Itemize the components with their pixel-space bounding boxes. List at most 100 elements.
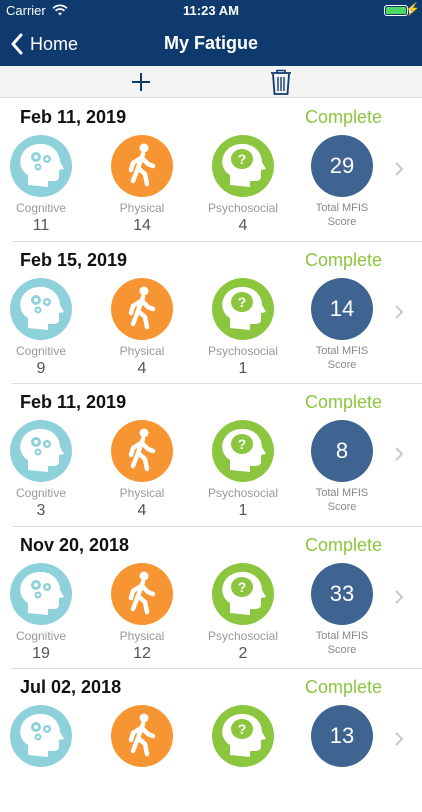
physical-label: Physical — [119, 486, 165, 500]
svg-text:?: ? — [238, 151, 247, 167]
physical-label: Physical — [119, 201, 165, 215]
head-question-icon: ? — [222, 571, 266, 615]
fatigue-entry-list: Feb 11, 2019 Complete Cognitive 11 Physi… — [0, 99, 422, 812]
head-gears-icon — [20, 571, 64, 615]
physical-score: 12 — [133, 644, 151, 662]
entry-status: Complete — [304, 677, 382, 697]
total-mfis-metric: 14 Total MFIS Score — [297, 277, 387, 372]
total-mfis-label: Total MFIS Score — [315, 202, 369, 228]
walking-person-icon — [128, 286, 156, 329]
fatigue-entry-row[interactable]: Nov 20, 2018 Complete Cognitive 19 Physi… — [0, 527, 422, 669]
psychosocial-score: 1 — [238, 502, 248, 519]
chevron-right-icon[interactable] — [394, 446, 404, 462]
cognitive-label: Cognitive — [15, 486, 67, 500]
cognitive-score: 3 — [36, 502, 46, 519]
fatigue-entry-row[interactable]: Feb 15, 2019 Complete Cognitive 9 Physic… — [0, 242, 422, 384]
psychosocial-label: Psychosocial — [207, 628, 279, 643]
entry-status: Complete — [304, 534, 382, 555]
head-question-icon: ? — [222, 713, 266, 757]
head-gears-icon — [20, 286, 64, 330]
total-mfis-label: Total MFIS Score — [315, 487, 369, 513]
walking-person-icon — [128, 143, 156, 187]
svg-text:?: ? — [238, 721, 247, 737]
entry-status: Complete — [304, 249, 382, 270]
page-title: My Fatigue — [163, 33, 258, 53]
cognitive-metric: Cognitive 3 — [0, 420, 86, 520]
fatigue-entry-row[interactable]: Feb 11, 2019 Complete Cognitive 11 Physi… — [0, 99, 422, 242]
cognitive-score: 11 — [32, 217, 50, 234]
head-question-icon: ? — [222, 428, 266, 472]
cognitive-metric: Cognitive 11 — [0, 135, 86, 235]
entry-date: Jul 02, 2018 — [20, 677, 122, 697]
fatigue-entry-row[interactable]: Feb 11, 2019 Complete Cognitive 3 Physic… — [0, 384, 422, 527]
physical-score: 4 — [137, 359, 147, 377]
physical-metric: Physical 12 — [97, 562, 187, 663]
cognitive-score: 19 — [32, 644, 50, 662]
svg-text:?: ? — [238, 579, 247, 595]
chevron-right-icon[interactable] — [394, 161, 404, 177]
trash-icon[interactable] — [268, 68, 294, 96]
chevron-right-icon[interactable] — [394, 731, 404, 747]
charging-icon: ⚡ — [405, 2, 420, 16]
head-gears-icon — [20, 713, 64, 757]
cognitive-metric: Cognitive 19 — [0, 562, 86, 663]
physical-score: 14 — [133, 217, 151, 234]
head-gears-icon — [20, 143, 64, 187]
navigation-bar: Home My Fatigue — [0, 22, 422, 66]
head-question-icon: ? — [222, 286, 266, 330]
psychosocial-score: 4 — [238, 217, 248, 234]
cognitive-metric: Cognitive 9 — [0, 277, 86, 378]
psychosocial-metric: ? Psychosocial 2 — [198, 562, 288, 663]
total-mfis-score: 33 — [311, 562, 373, 625]
fatigue-entry-row[interactable]: Jul 02, 2018 Complete ? 13 — [0, 669, 422, 812]
psychosocial-metric: ? Psychosocial 1 — [198, 277, 288, 378]
entry-status: Complete — [304, 107, 382, 127]
total-mfis-metric: 8 Total MFIS Score — [297, 420, 387, 514]
psychosocial-score: 1 — [238, 359, 248, 377]
status-bar: Carrier 11:23 AM ⚡ — [0, 0, 422, 22]
total-mfis-metric: 13 — [297, 705, 387, 767]
psychosocial-metric: ? Psychosocial 4 — [198, 135, 288, 235]
psychosocial-metric: ? Psychosocial 1 — [198, 420, 288, 520]
total-mfis-metric: 33 Total MFIS Score — [297, 562, 387, 657]
total-mfis-score: 8 — [311, 420, 373, 482]
head-question-icon: ? — [222, 143, 266, 187]
physical-metric: Physical 4 — [97, 277, 187, 378]
cognitive-metric — [0, 705, 86, 767]
physical-metric: Physical 14 — [97, 135, 187, 235]
total-mfis-label: Total MFIS Score — [315, 629, 369, 656]
cognitive-score: 9 — [36, 359, 46, 377]
total-mfis-score: 13 — [311, 705, 373, 767]
entry-date: Feb 15, 2019 — [20, 249, 128, 270]
chevron-right-icon[interactable] — [394, 589, 404, 605]
entry-date: Feb 11, 2019 — [20, 107, 127, 127]
psychosocial-score: 2 — [238, 644, 248, 662]
total-mfis-score: 14 — [311, 277, 373, 340]
walking-person-icon — [128, 571, 156, 614]
clock: 11:23 AM — [183, 3, 239, 18]
psychosocial-label: Psychosocial — [207, 486, 279, 500]
entry-date: Nov 20, 2018 — [20, 534, 130, 555]
psychosocial-label: Psychosocial — [207, 343, 279, 358]
psychosocial-metric: ? — [198, 705, 288, 767]
cognitive-label: Cognitive — [15, 628, 67, 643]
plus-icon[interactable] — [128, 69, 154, 95]
physical-label: Physical — [119, 343, 165, 358]
chevron-right-icon[interactable] — [394, 304, 404, 320]
head-gears-icon — [20, 428, 64, 472]
physical-metric: Physical 4 — [97, 420, 187, 520]
entry-status: Complete — [304, 392, 382, 412]
physical-label: Physical — [119, 628, 165, 643]
cognitive-label: Cognitive — [15, 201, 67, 215]
physical-metric — [97, 705, 187, 767]
total-mfis-metric: 29 Total MFIS Score — [297, 135, 387, 229]
svg-text:?: ? — [238, 436, 247, 452]
toolbar — [0, 66, 422, 98]
total-mfis-label: Total MFIS Score — [315, 344, 369, 371]
walking-person-icon — [128, 713, 156, 757]
walking-person-icon — [128, 428, 156, 472]
total-mfis-score: 29 — [311, 135, 373, 197]
cognitive-label: Cognitive — [15, 343, 67, 358]
svg-text:?: ? — [238, 294, 247, 310]
psychosocial-label: Psychosocial — [207, 201, 279, 215]
